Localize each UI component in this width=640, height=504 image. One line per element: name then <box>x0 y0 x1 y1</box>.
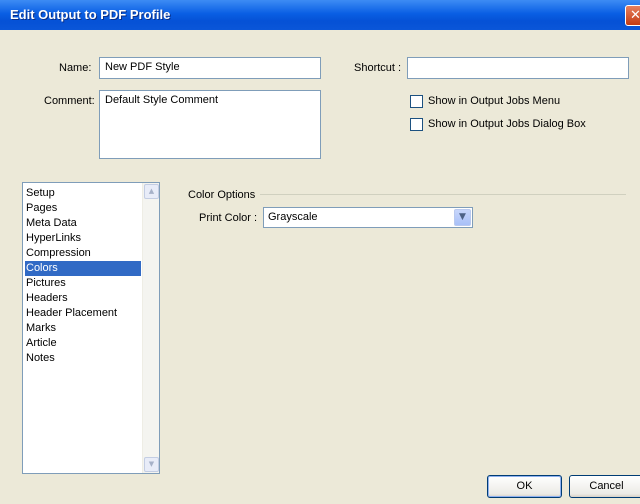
show-in-menu-option[interactable]: Show in Output Jobs Menu <box>410 95 610 109</box>
group-divider <box>260 194 626 195</box>
shortcut-input[interactable] <box>407 57 629 79</box>
comment-textarea[interactable]: Default Style Comment <box>99 90 321 159</box>
chevron-down-icon[interactable]: ▼ <box>454 209 471 226</box>
list-item-pictures[interactable]: Pictures <box>25 276 141 291</box>
list-item-colors[interactable]: Colors <box>25 261 141 276</box>
ok-button[interactable]: OK <box>487 475 562 498</box>
show-in-menu-checkbox[interactable] <box>410 95 423 108</box>
list-item-setup[interactable]: Setup <box>25 186 141 201</box>
list-item-marks[interactable]: Marks <box>25 321 141 336</box>
list-item-meta-data[interactable]: Meta Data <box>25 216 141 231</box>
list-item-notes[interactable]: Notes <box>25 351 141 366</box>
list-item-pages[interactable]: Pages <box>25 201 141 216</box>
print-color-value: Grayscale <box>268 211 318 223</box>
name-input[interactable]: New PDF Style <box>99 57 321 79</box>
window-title: Edit Output to PDF Profile <box>10 7 171 22</box>
list-item-compression[interactable]: Compression <box>25 246 141 261</box>
color-options-group-label: Color Options <box>188 189 256 201</box>
show-in-dialog-option[interactable]: Show in Output Jobs Dialog Box <box>410 118 630 132</box>
title-bar[interactable]: Edit Output to PDF Profile ✕ <box>0 0 640 30</box>
list-item-header-placement[interactable]: Header Placement <box>25 306 141 321</box>
scroll-up-icon[interactable]: ▲ <box>144 184 159 199</box>
print-color-select[interactable]: Grayscale ▼ <box>263 207 473 228</box>
comment-label: Comment: <box>44 95 95 107</box>
name-label: Name: <box>59 62 92 74</box>
close-icon[interactable]: ✕ <box>625 5 640 26</box>
shortcut-label: Shortcut : <box>354 62 402 74</box>
print-color-label: Print Color : <box>199 212 258 224</box>
list-item-hyperlinks[interactable]: HyperLinks <box>25 231 141 246</box>
cancel-button[interactable]: Cancel <box>569 475 640 498</box>
show-in-dialog-checkbox[interactable] <box>410 118 423 131</box>
scroll-down-icon[interactable]: ▼ <box>144 457 159 472</box>
category-list[interactable]: Setup Pages Meta Data HyperLinks Compres… <box>22 182 160 474</box>
dialog-window: Edit Output to PDF Profile ✕ Name: New P… <box>0 0 640 504</box>
list-item-headers[interactable]: Headers <box>25 291 141 306</box>
category-list-items: Setup Pages Meta Data HyperLinks Compres… <box>25 186 141 366</box>
list-scrollbar[interactable]: ▲ ▼ <box>142 183 159 473</box>
show-in-menu-label: Show in Output Jobs Menu <box>428 95 561 107</box>
list-item-article[interactable]: Article <box>25 336 141 351</box>
show-in-dialog-label: Show in Output Jobs Dialog Box <box>428 118 586 130</box>
